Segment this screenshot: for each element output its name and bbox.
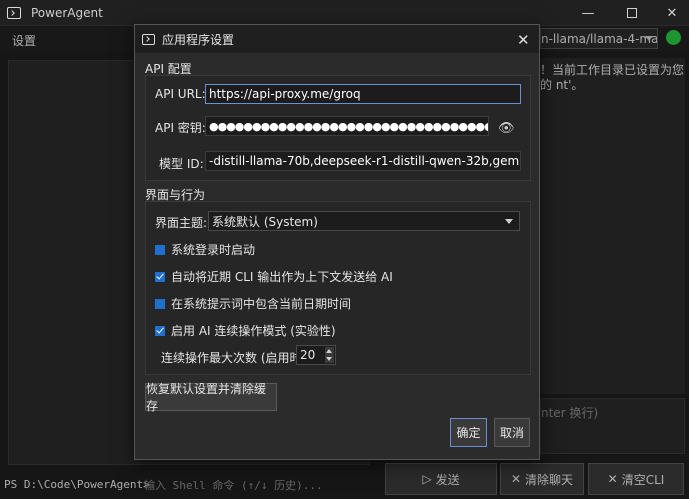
theme-select-value: 系统默认 (System)	[212, 214, 318, 229]
continuous-mode-label: 启用 AI 连续操作模式 (实验性)	[171, 324, 336, 338]
terminal-icon	[142, 33, 155, 45]
maximize-button[interactable]	[612, 0, 652, 26]
chevron-down-icon	[505, 219, 513, 224]
maximize-icon	[627, 8, 637, 18]
api-url-label: API URL:	[155, 87, 206, 101]
cli-context-checkbox[interactable]: 自动将近期 CLI 输出作为上下文发送给 AI	[155, 268, 393, 285]
checkbox-checked-icon	[155, 271, 165, 282]
reset-defaults-button[interactable]: 恢复默认设置并清除缓存	[145, 382, 277, 413]
model-id-label: 模型 ID:	[159, 157, 204, 171]
window-title: PowerAgent	[31, 5, 103, 20]
checkbox-unchecked-icon	[155, 298, 165, 309]
terminal-icon	[7, 6, 21, 19]
stepper-arrows-icon[interactable]	[325, 347, 334, 363]
minimize-icon: —	[581, 5, 595, 21]
theme-select[interactable]: 系统默认 (System)	[208, 211, 520, 231]
dialog-close-icon[interactable]: ✕	[517, 31, 530, 49]
cancel-button[interactable]: 取消	[494, 418, 530, 447]
max-ops-value: 20	[300, 348, 316, 362]
api-key-field[interactable]: ●●●●●●●●●●●●●●●●●●●●●●●●●●●●●●●●●●●●●●●●…	[205, 116, 489, 136]
dialog-title: 应用程序设置	[162, 32, 235, 47]
cli-context-label: 自动将近期 CLI 输出作为上下文发送给 AI	[171, 270, 393, 284]
continuous-mode-checkbox[interactable]: 启用 AI 连续操作模式 (实验性)	[155, 322, 336, 339]
api-url-value: https://api-proxy.me/groq	[209, 87, 361, 101]
startup-checkbox[interactable]: 系统登录时启动	[155, 241, 255, 258]
api-url-field[interactable]: https://api-proxy.me/groq	[205, 84, 521, 104]
model-id-value: -distill-llama-70b,deepseek-r1-distill-q…	[209, 154, 520, 168]
theme-label: 界面主题:	[155, 216, 208, 230]
datetime-checkbox[interactable]: 在系统提示词中包含当前日期时间	[155, 295, 351, 312]
settings-dialog: 应用程序设置 ✕ API 配置 API URL: https://api-pro…	[134, 24, 540, 460]
max-ops-label: 连续操作最大次数 (启用时):	[161, 351, 311, 365]
dialog-titlebar: 应用程序设置	[135, 25, 539, 53]
startup-label: 系统登录时启动	[171, 243, 256, 257]
max-ops-stepper[interactable]: 20	[296, 345, 336, 365]
ok-button[interactable]: 确定	[450, 418, 487, 447]
api-key-value: ●●●●●●●●●●●●●●●●●●●●●●●●●●●●●●●●●●●●●●●●…	[209, 119, 488, 133]
eye-icon[interactable]: 👁	[498, 121, 515, 136]
checkbox-unchecked-icon	[155, 244, 165, 255]
minimize-button[interactable]: —	[568, 0, 608, 26]
api-key-label: API 密钥:	[155, 121, 206, 135]
datetime-label: 在系统提示词中包含当前日期时间	[171, 297, 352, 311]
model-id-field[interactable]: -distill-llama-70b,deepseek-r1-distill-q…	[205, 151, 521, 171]
close-button[interactable]: ✕	[652, 0, 689, 26]
checkbox-checked-icon	[155, 325, 165, 336]
close-icon: ✕	[666, 5, 678, 21]
